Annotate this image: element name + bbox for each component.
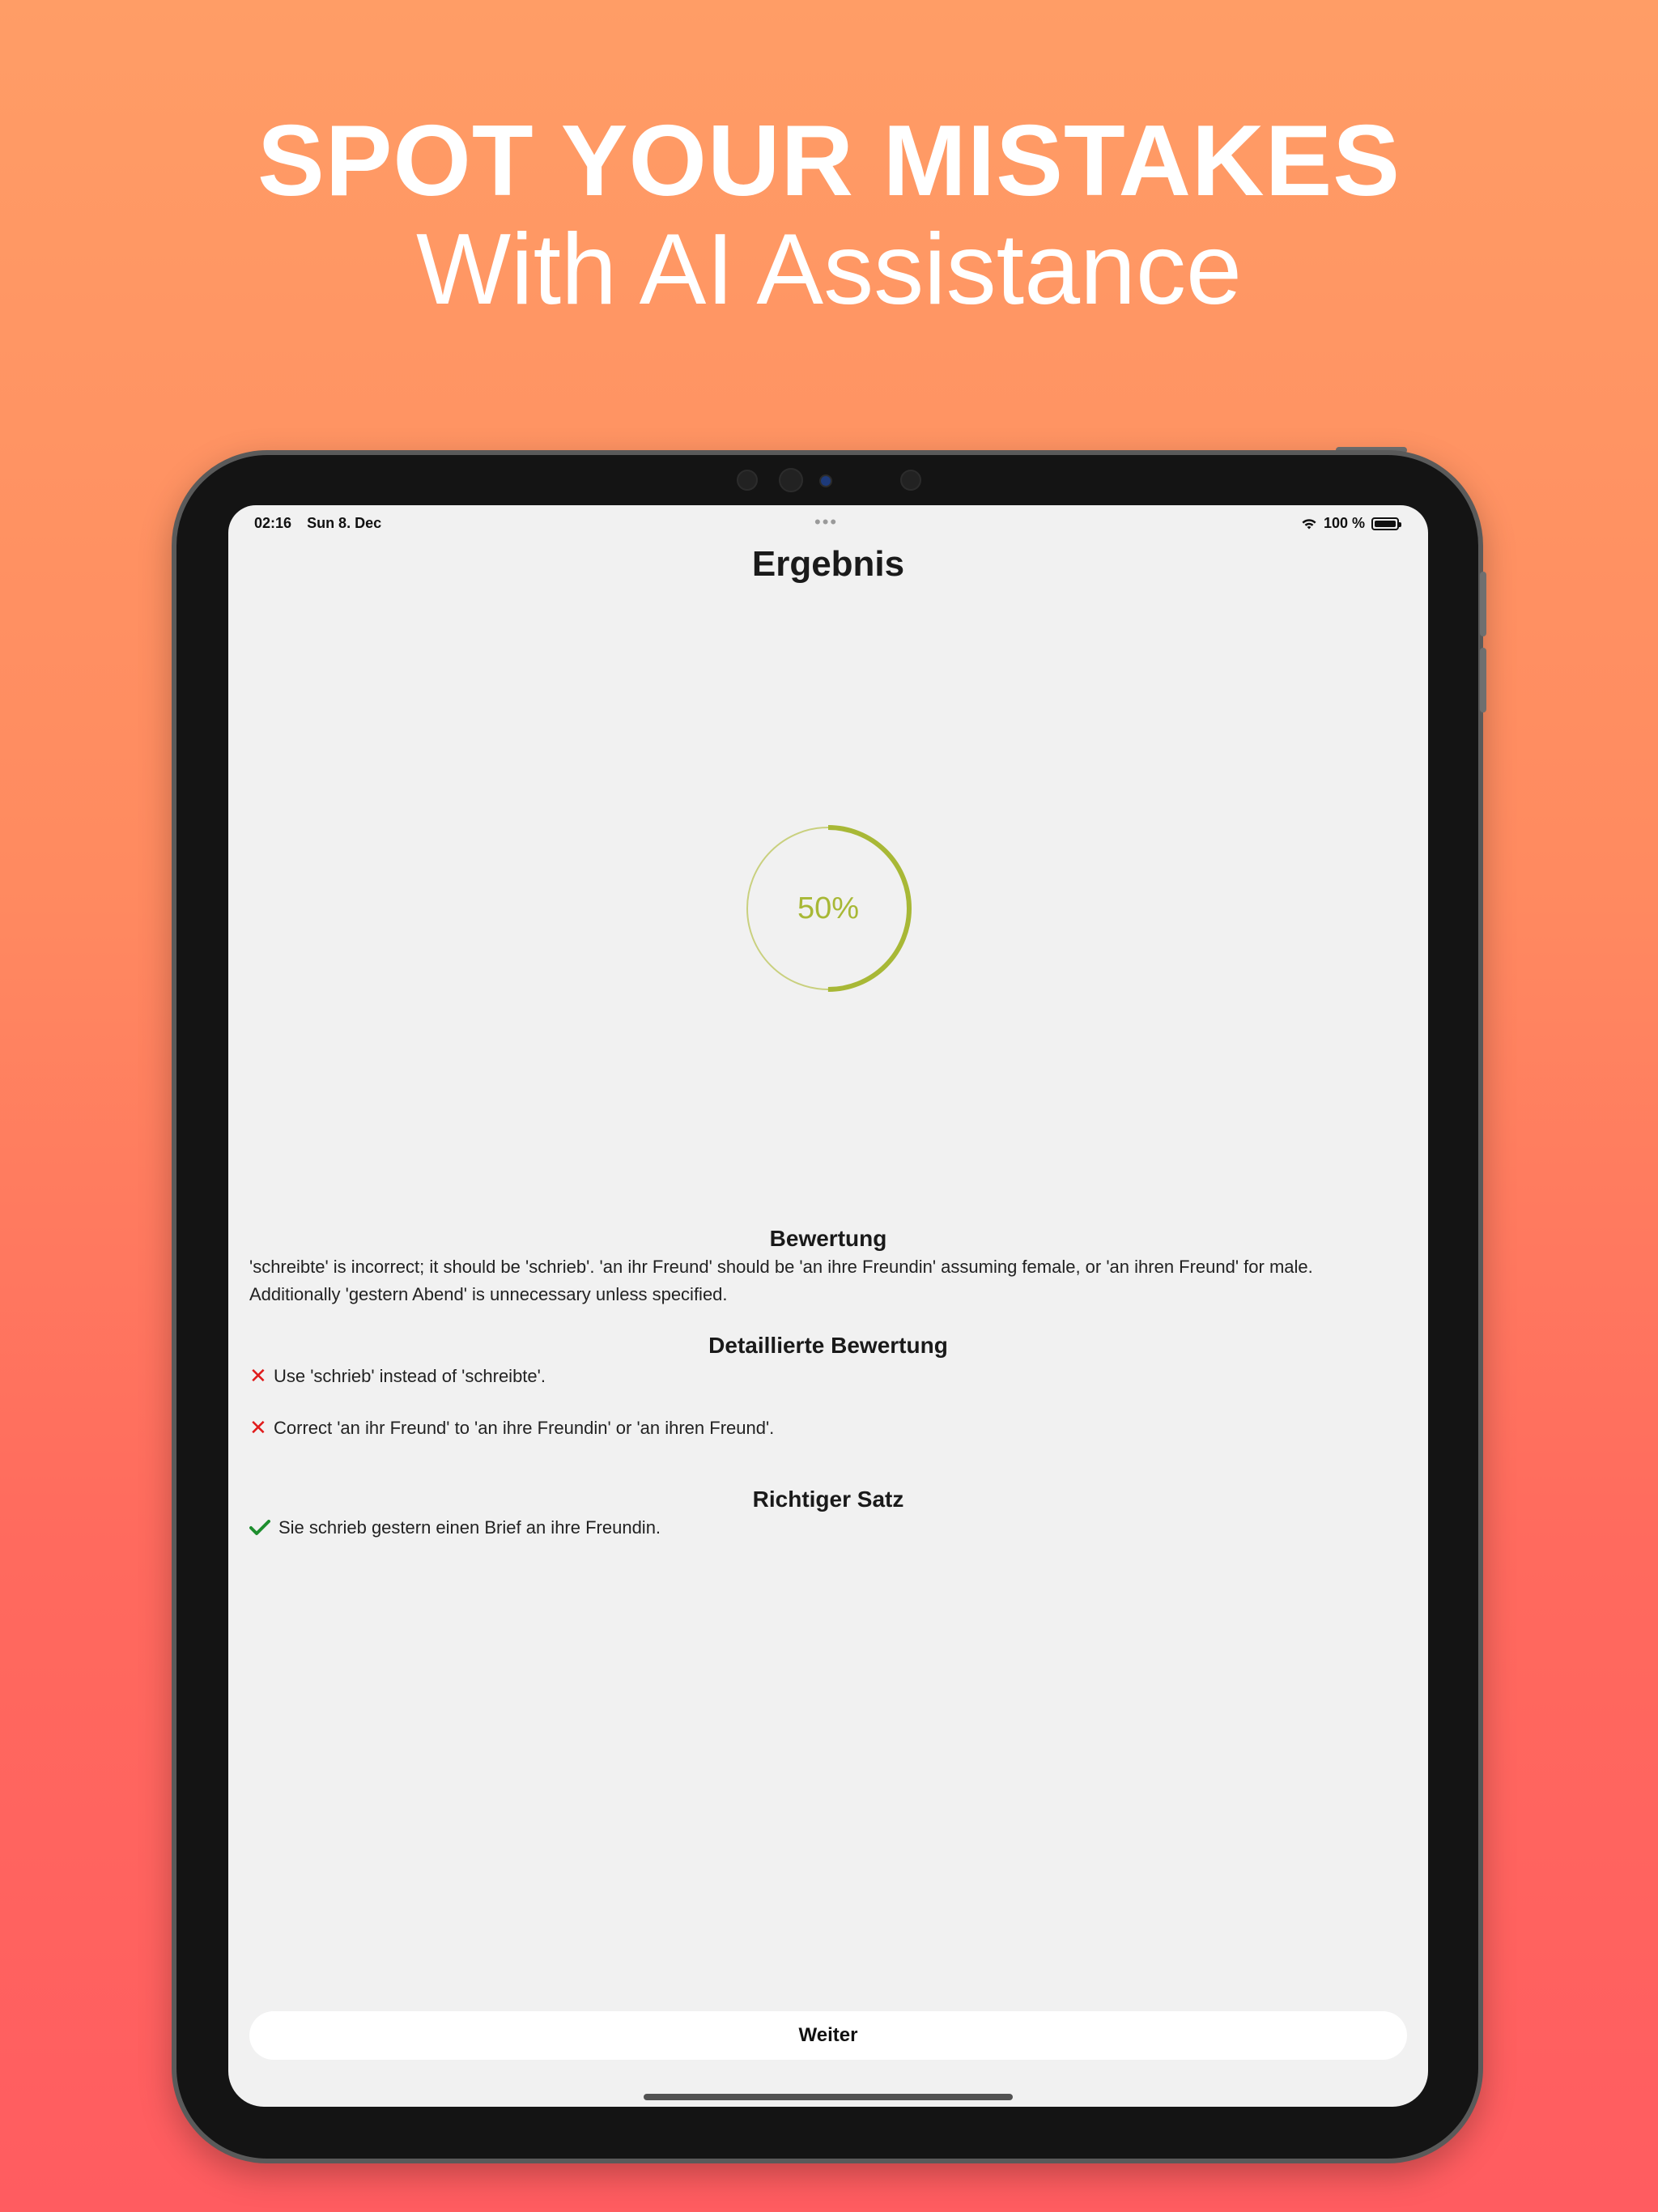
- assessment-text: 'schreibte' is incorrect; it should be '…: [249, 1257, 1313, 1304]
- next-button[interactable]: Weiter: [249, 2011, 1407, 2060]
- volume-up-button: [1480, 572, 1486, 636]
- battery-icon: [1371, 517, 1401, 530]
- sensor-icon: [737, 470, 758, 491]
- home-indicator[interactable]: [644, 2094, 1013, 2100]
- assessment-heading: Bewertung: [769, 1226, 887, 1251]
- sensor-icon: [900, 470, 921, 491]
- detailed-item: ✕ Correct 'an ihr Freund' to 'an ihre Fr…: [249, 1415, 774, 1440]
- detailed-assessment-heading: Detaillierte Bewertung: [708, 1333, 948, 1358]
- correct-sentence-heading: Richtiger Satz: [752, 1487, 904, 1512]
- page-title: Ergebnis: [751, 544, 905, 584]
- x-icon: ✕: [249, 1415, 267, 1440]
- detailed-item: ✕ Use 'schrieb' instead of 'schreibte'.: [249, 1363, 546, 1389]
- score-percentage: 50%: [797, 891, 860, 925]
- score-progress-ring: 50%: [744, 824, 912, 993]
- marketing-subheadline: With AI Assistance: [416, 214, 1242, 325]
- app-screen: 02:16 Sun 8. Dec ••• 100 % Ergebnis 50% …: [228, 505, 1428, 2107]
- checkmark-icon: [249, 1520, 270, 1535]
- wifi-icon: [1302, 518, 1316, 529]
- multitasking-dots-icon[interactable]: •••: [814, 512, 838, 533]
- camera-indicator-icon: [819, 474, 832, 487]
- battery-percentage: 100 %: [1323, 515, 1365, 531]
- detailed-item-text: Correct 'an ihr Freund' to 'an ihre Freu…: [274, 1417, 775, 1438]
- volume-down-button: [1480, 648, 1486, 713]
- front-camera-icon: [779, 468, 803, 492]
- marketing-headline: SPOT YOUR MISTAKES: [257, 105, 1401, 217]
- x-icon: ✕: [249, 1363, 267, 1388]
- status-time-date: 02:16 Sun 8. Dec: [254, 515, 393, 532]
- status-date: Sun 8. Dec: [307, 515, 382, 531]
- detailed-item-text: Use 'schrieb' instead of 'schreibte'.: [274, 1365, 546, 1386]
- status-time: 02:16: [254, 515, 292, 531]
- correct-sentence-item: Sie schrieb gestern einen Brief an ihre …: [249, 1517, 661, 1538]
- correct-sentence-text: Sie schrieb gestern einen Brief an ihre …: [278, 1517, 661, 1538]
- status-indicators: 100 %: [1301, 515, 1401, 532]
- status-bar: 02:16 Sun 8. Dec ••• 100 %: [228, 505, 1428, 541]
